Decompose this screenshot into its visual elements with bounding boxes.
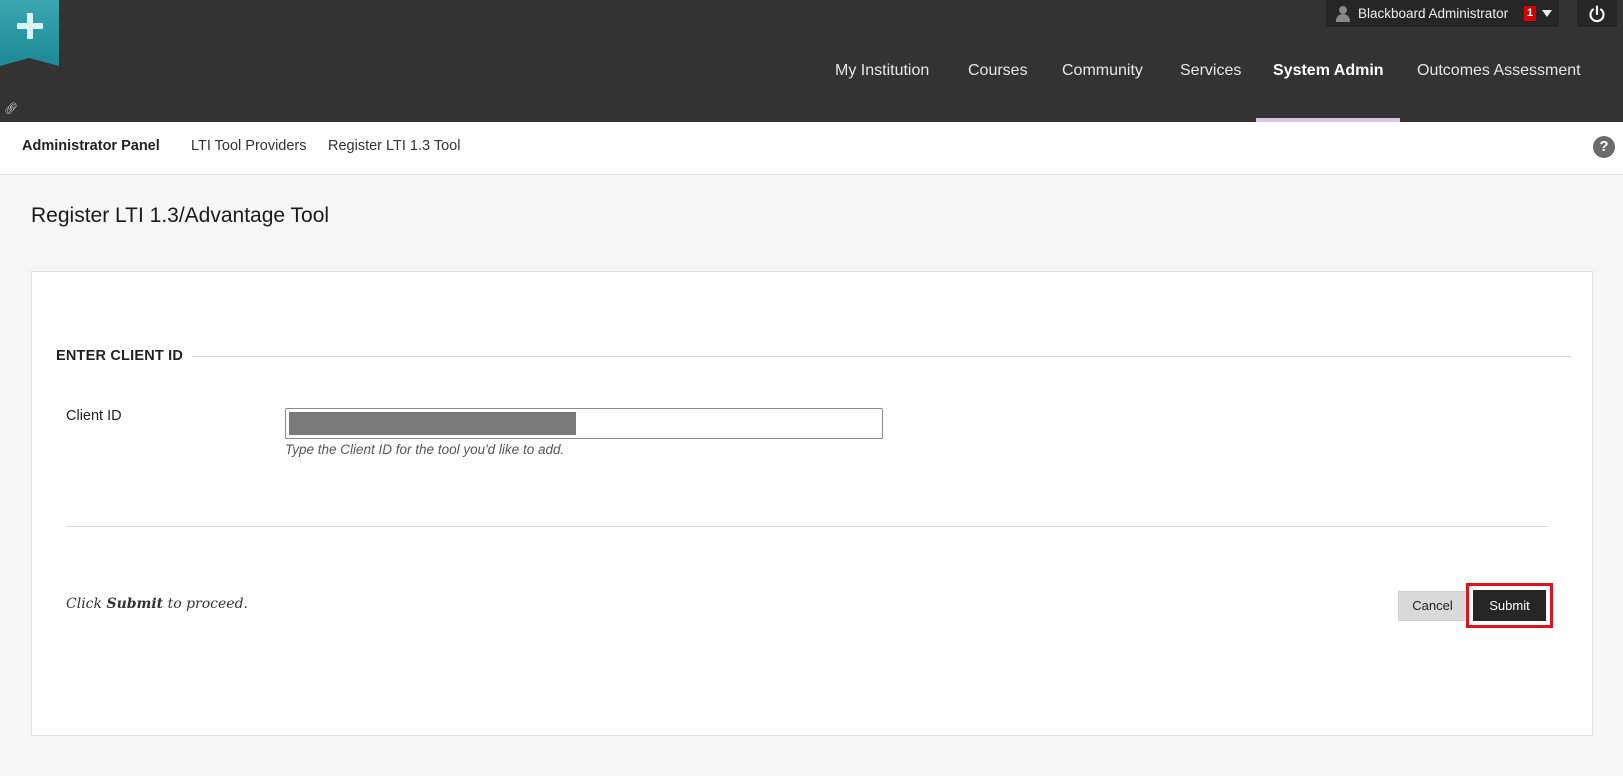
nav-system-admin[interactable]: System Admin	[1273, 62, 1384, 80]
client-id-input[interactable]	[285, 408, 883, 439]
section-title: ENTER CLIENT ID	[56, 348, 184, 364]
submit-highlight: Submit	[1466, 583, 1553, 628]
proceed-suffix: to proceed.	[163, 596, 249, 612]
proceed-instructions: Click Submit to proceed.	[66, 596, 248, 612]
proceed-submit-word: Submit	[106, 596, 164, 612]
nav-my-institution[interactable]: My Institution	[835, 62, 929, 80]
breadcrumb: Administrator Panel LTI Tool Providers R…	[0, 122, 1623, 175]
cancel-button[interactable]: Cancel	[1398, 591, 1467, 621]
nav-services[interactable]: Services	[1180, 62, 1241, 80]
proceed-prefix: Click	[66, 596, 107, 612]
form-panel: ENTER CLIENT ID Client ID Type the Clien…	[31, 271, 1593, 736]
nav-outcomes-assessment[interactable]: Outcomes Assessment	[1417, 62, 1581, 80]
nav-community[interactable]: Community	[1062, 62, 1143, 80]
section-divider	[192, 356, 1571, 357]
client-id-value-redacted	[289, 412, 576, 435]
top-header: 🔗︎ Blackboard Administrator 1 My Institu…	[0, 0, 1623, 122]
submit-button[interactable]: Submit	[1473, 590, 1546, 621]
help-icon[interactable]: ?	[1593, 136, 1615, 158]
breadcrumb-administrator-panel[interactable]: Administrator Panel	[22, 138, 160, 154]
breadcrumb-register-lti-tool: Register LTI 1.3 Tool	[328, 138, 461, 154]
client-id-label: Client ID	[66, 408, 122, 424]
nav-courses[interactable]: Courses	[968, 62, 1028, 80]
main-nav: My Institution Courses Community Service…	[0, 0, 1623, 122]
page-title: Register LTI 1.3/Advantage Tool	[31, 204, 330, 227]
breadcrumb-lti-tool-providers[interactable]: LTI Tool Providers	[191, 138, 307, 154]
form-divider	[66, 526, 1548, 527]
client-id-help-text: Type the Client ID for the tool you'd li…	[285, 442, 565, 457]
